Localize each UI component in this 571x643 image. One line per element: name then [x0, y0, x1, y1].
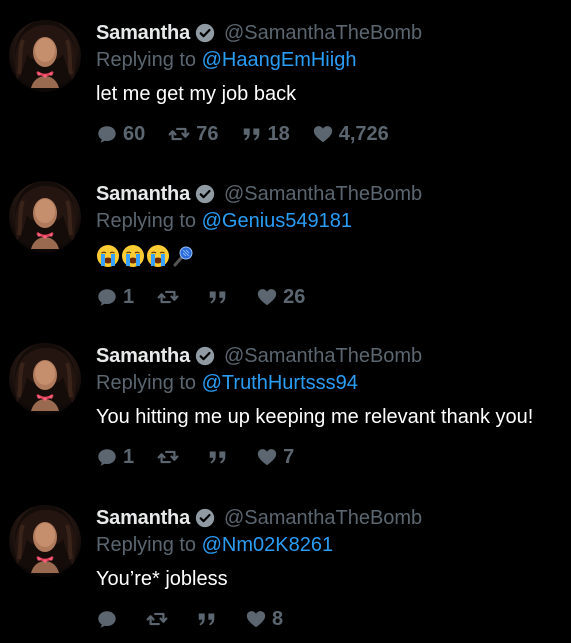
- tweet-text: You hitting me up keeping me relevant th…: [96, 406, 534, 428]
- quote-count: 18: [267, 122, 290, 145]
- username-handle[interactable]: @SamanthaTheBomb: [224, 507, 422, 530]
- like-button[interactable]: 8: [245, 608, 283, 631]
- quote-icon: [207, 286, 229, 308]
- replying-to-label: Replying to: [96, 210, 202, 232]
- reply-count: 1: [123, 285, 135, 308]
- username-handle[interactable]: @SamanthaTheBomb: [224, 345, 422, 368]
- avatar[interactable]: [9, 181, 81, 253]
- display-name[interactable]: Samantha: [96, 183, 190, 206]
- retweet-icon: [156, 446, 180, 468]
- like-button[interactable]: 26: [256, 286, 305, 309]
- quote-icon: [196, 608, 218, 630]
- retweet-icon: [156, 286, 180, 308]
- replying-to-mention[interactable]: @Nm02K8261: [202, 534, 333, 556]
- display-name[interactable]: Samantha: [96, 345, 190, 368]
- reply-button[interactable]: 60: [96, 123, 145, 146]
- reply-count: 1: [123, 445, 135, 468]
- verified-badge-icon: [195, 346, 215, 366]
- crying-face-emoji-icon: [146, 244, 170, 268]
- replying-to-line: Replying to @Genius549181: [96, 210, 563, 236]
- like-button[interactable]: 7: [256, 446, 294, 469]
- quote-icon: [241, 123, 263, 145]
- username-handle[interactable]: @SamanthaTheBomb: [224, 183, 422, 206]
- tweet-header: Samantha @SamanthaTheBomb: [96, 505, 563, 531]
- retweet-count: 76: [196, 122, 219, 145]
- replying-to-mention[interactable]: @HaangEmHiigh: [202, 49, 357, 71]
- replying-to-line: Replying to @Nm02K8261: [96, 534, 563, 560]
- avatar[interactable]: [9, 20, 81, 92]
- reply-count: 60: [123, 122, 146, 145]
- avatar[interactable]: [9, 505, 81, 577]
- heart-icon: [312, 123, 334, 145]
- retweet-button[interactable]: [156, 446, 185, 468]
- like-count: 4,726: [338, 122, 389, 145]
- tweet-actions: 60 76 18 4,726: [96, 122, 563, 146]
- replying-to-label: Replying to: [96, 372, 202, 394]
- tweet-text: You’re* jobless: [96, 568, 228, 590]
- quote-button[interactable]: 18: [241, 123, 290, 146]
- tweet-actions: 8: [96, 607, 563, 631]
- reply-icon: [96, 608, 118, 630]
- verified-badge-icon: [195, 23, 215, 43]
- tweet-header: Samantha @SamanthaTheBomb: [96, 181, 563, 207]
- quote-button[interactable]: [207, 446, 234, 468]
- tweet-actions: 1 7: [96, 445, 563, 469]
- replying-to-label: Replying to: [96, 534, 202, 556]
- quote-button[interactable]: [196, 608, 223, 630]
- display-name[interactable]: Samantha: [96, 507, 190, 530]
- crying-face-emoji-icon: [121, 244, 145, 268]
- heart-icon: [245, 608, 267, 630]
- retweet-button[interactable]: [156, 286, 185, 308]
- replying-to-label: Replying to: [96, 49, 202, 71]
- microphone-emoji-icon: [171, 244, 195, 268]
- retweet-icon: [167, 123, 191, 145]
- reply-button[interactable]: 1: [96, 286, 134, 309]
- crying-face-emoji-icon: [96, 244, 120, 268]
- tweet-text: let me get my job back: [96, 83, 297, 105]
- reply-icon: [96, 286, 118, 308]
- retweet-button[interactable]: [145, 608, 174, 630]
- quote-button[interactable]: [207, 286, 234, 308]
- replying-to-line: Replying to @TruthHurtsss94: [96, 372, 563, 398]
- tweet-actions: 1 26: [96, 285, 563, 309]
- like-button[interactable]: 4,726: [312, 123, 389, 146]
- heart-icon: [256, 446, 278, 468]
- avatar[interactable]: [9, 343, 81, 415]
- quote-icon: [207, 446, 229, 468]
- tweet-header: Samantha @SamanthaTheBomb: [96, 20, 563, 46]
- like-count: 26: [283, 285, 306, 308]
- retweet-icon: [145, 608, 169, 630]
- reply-button[interactable]: 1: [96, 446, 134, 469]
- like-count: 7: [283, 445, 295, 468]
- username-handle[interactable]: @SamanthaTheBomb: [224, 22, 422, 45]
- reply-button[interactable]: [96, 608, 123, 630]
- display-name[interactable]: Samantha: [96, 22, 190, 45]
- verified-badge-icon: [195, 508, 215, 528]
- tweet-emoji-text: [96, 243, 563, 269]
- retweet-button[interactable]: 76: [167, 122, 219, 146]
- replying-to-mention[interactable]: @TruthHurtsss94: [202, 372, 358, 394]
- heart-icon: [256, 286, 278, 308]
- tweet-feed: Samantha @SamanthaTheBomb Replying to @H…: [0, 0, 571, 643]
- verified-badge-icon: [195, 184, 215, 204]
- like-count: 8: [272, 607, 284, 630]
- replying-to-line: Replying to @HaangEmHiigh: [96, 49, 563, 75]
- reply-icon: [96, 123, 118, 145]
- reply-icon: [96, 446, 118, 468]
- tweet-header: Samantha @SamanthaTheBomb: [96, 343, 563, 369]
- replying-to-mention[interactable]: @Genius549181: [202, 210, 352, 232]
